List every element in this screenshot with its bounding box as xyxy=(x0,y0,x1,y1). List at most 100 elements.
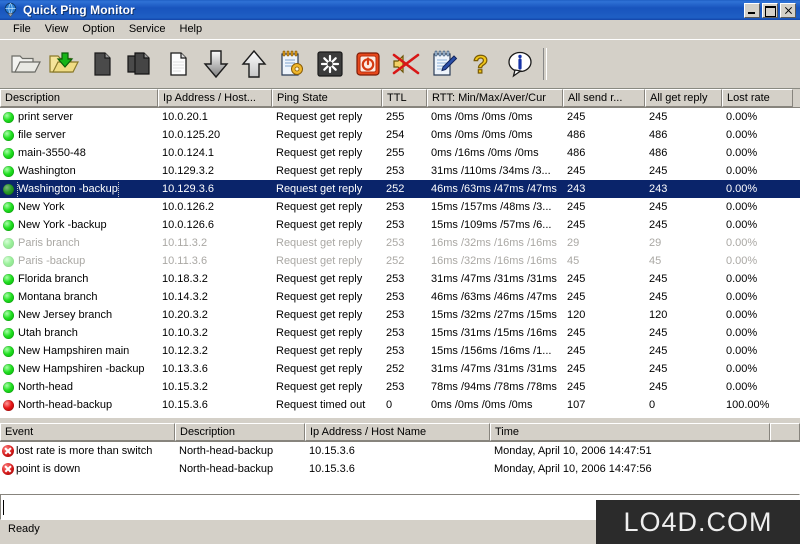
table-row[interactable]: North-head 10.15.3.2 Request get reply 253 7… xyxy=(0,378,800,396)
event-column-header[interactable]: Time xyxy=(490,423,770,441)
arrow-up-icon[interactable] xyxy=(235,45,273,83)
open-folder-icon[interactable] xyxy=(7,45,45,83)
column-header[interactable]: Ip Address / Host... xyxy=(158,89,272,107)
cell-state: Request get reply xyxy=(276,200,363,213)
column-header[interactable]: TTL xyxy=(382,89,427,107)
table-row[interactable]: Montana branch 10.14.3.2 Request get reply… xyxy=(0,288,800,306)
cell-lost: 0.00% xyxy=(726,290,758,303)
table-row[interactable]: New Jersey branch 10.20.3.2 Request get re… xyxy=(0,306,800,324)
table-row[interactable]: main-3550-48 10.0.124.1 Request get reply 2… xyxy=(0,144,800,162)
copy-documents-icon[interactable] xyxy=(121,45,159,83)
row-description: Utah branch xyxy=(18,326,78,339)
column-header[interactable]: Description xyxy=(0,89,158,107)
cell-ttl: 253 xyxy=(386,344,405,357)
cell-description: file server xyxy=(0,127,158,144)
status-text: Ready xyxy=(8,523,40,535)
cell-send: 243 xyxy=(567,182,586,195)
event-column-header[interactable]: Description xyxy=(175,423,305,441)
cell-rtt: 0ms /0ms /0ms /0ms xyxy=(431,398,533,411)
table-row[interactable]: Paris branch 10.11.3.2 Request get reply 25… xyxy=(0,234,800,252)
cell-ip: 10.15.3.6 xyxy=(162,398,208,411)
column-header[interactable]: Lost rate xyxy=(722,89,793,107)
cell-ip: 10.20.3.2 xyxy=(162,308,208,321)
cell-ip: 10.14.3.2 xyxy=(162,290,208,303)
row-description: North-head-backup xyxy=(18,398,113,411)
table-row[interactable]: New York -backup 10.0.126.6 Request get re… xyxy=(0,216,800,234)
new-document-icon[interactable] xyxy=(83,45,121,83)
table-row[interactable]: New Hampshiren -backup 10.13.3.6 Request g… xyxy=(0,360,800,378)
minimize-button[interactable] xyxy=(744,2,760,18)
cell-ttl: 255 xyxy=(386,110,405,123)
menu-view[interactable]: View xyxy=(38,22,76,36)
table-row[interactable]: North-head-backup 10.15.3.6 Request timed … xyxy=(0,396,800,414)
table-row[interactable]: file server 10.0.125.20 Request get reply 2… xyxy=(0,126,800,144)
cell-ip: 10.0.124.1 xyxy=(162,146,214,159)
status-dot-up xyxy=(3,255,14,267)
sound-off-icon[interactable] xyxy=(387,45,425,83)
cell-ttl: 252 xyxy=(386,182,405,195)
column-header[interactable]: All send r... xyxy=(563,89,645,107)
row-description: Washington xyxy=(18,164,76,177)
cell-send: 245 xyxy=(567,218,586,231)
event-row[interactable]: point is down North-head-backup 10.15.3.6 M… xyxy=(0,460,800,478)
cell-description: Florida branch xyxy=(0,271,158,288)
close-button[interactable] xyxy=(780,2,796,18)
cell-rtt: 0ms /0ms /0ms /0ms xyxy=(431,110,533,123)
ping-list-body[interactable]: print server 10.0.20.1 Request get reply 25… xyxy=(0,108,800,418)
cell-rtt: 0ms /0ms /0ms /0ms xyxy=(431,128,533,141)
table-row[interactable]: New Hampshiren main 10.12.3.2 Request get … xyxy=(0,342,800,360)
question-mark-icon[interactable]: ? xyxy=(463,45,501,83)
power-icon[interactable] xyxy=(349,45,387,83)
cell-rtt: 31ms /110ms /34ms /3... xyxy=(431,164,551,177)
column-header[interactable]: RTT: Min/Max/Aver/Cur xyxy=(427,89,563,107)
cell-send: 245 xyxy=(567,290,586,303)
row-description: Washington -backup xyxy=(17,180,119,198)
info-icon[interactable] xyxy=(501,45,539,83)
notepad-settings-icon[interactable] xyxy=(273,45,311,83)
blank-document-icon[interactable] xyxy=(159,45,197,83)
asterisk-icon[interactable] xyxy=(311,45,349,83)
menu-file[interactable]: File xyxy=(6,22,38,36)
menu-service[interactable]: Service xyxy=(122,22,173,36)
event-list-header: Event Description Ip Address / Host Name Ti… xyxy=(0,423,800,442)
table-row[interactable]: Washington 10.129.3.2 Request get reply 253… xyxy=(0,162,800,180)
table-row[interactable]: Utah branch 10.10.3.2 Request get reply 253… xyxy=(0,324,800,342)
event-column-header[interactable]: Ip Address / Host Name xyxy=(305,423,490,441)
notepad-pencil-icon[interactable] xyxy=(425,45,463,83)
cell-lost: 0.00% xyxy=(726,218,758,231)
event-cell-description: North-head-backup xyxy=(179,462,274,475)
cell-rtt: 15ms /156ms /16ms /1... xyxy=(431,344,552,357)
table-row[interactable]: New York 10.0.126.2 Request get reply 253 15… xyxy=(0,198,800,216)
cell-get: 245 xyxy=(649,164,668,177)
cell-ip: 10.129.3.2 xyxy=(162,164,214,177)
status-dot-up xyxy=(3,273,14,285)
watermark-text: LO4D.COM xyxy=(623,506,773,537)
cell-lost: 0.00% xyxy=(726,182,758,195)
cell-get: 245 xyxy=(649,200,668,213)
event-list-body[interactable]: lost rate is more than switch North-head-… xyxy=(0,442,800,494)
arrow-down-icon[interactable] xyxy=(197,45,235,83)
cell-rtt: 15ms /32ms /27ms /15ms xyxy=(431,308,557,321)
cell-get: 120 xyxy=(649,308,668,321)
cell-ttl: 253 xyxy=(386,218,405,231)
menu-option[interactable]: Option xyxy=(75,22,121,36)
table-row[interactable]: print server 10.0.20.1 Request get reply 25… xyxy=(0,108,800,126)
event-column-header[interactable]: Event xyxy=(0,423,175,441)
cell-state: Request get reply xyxy=(276,128,363,141)
column-header[interactable]: All get reply xyxy=(645,89,722,107)
cell-ttl: 253 xyxy=(386,272,405,285)
column-header[interactable]: Ping State xyxy=(272,89,382,107)
table-row[interactable]: Florida branch 10.18.3.2 Request get reply… xyxy=(0,270,800,288)
event-column-header[interactable] xyxy=(770,423,800,441)
maximize-button[interactable] xyxy=(762,2,778,18)
menu-help[interactable]: Help xyxy=(173,22,210,36)
save-folder-icon[interactable] xyxy=(45,45,83,83)
table-row[interactable]: Washington -backup 10.129.3.6 Request get … xyxy=(0,180,800,198)
event-row[interactable]: lost rate is more than switch North-head-… xyxy=(0,442,800,460)
cell-lost: 100.00% xyxy=(726,398,770,411)
cell-ttl: 253 xyxy=(386,326,405,339)
cell-rtt: 78ms /94ms /78ms /78ms xyxy=(431,380,557,393)
status-dot-up xyxy=(3,219,14,231)
table-row[interactable]: Paris -backup 10.11.3.6 Request get reply 2… xyxy=(0,252,800,270)
cell-ip: 10.12.3.2 xyxy=(162,344,208,357)
